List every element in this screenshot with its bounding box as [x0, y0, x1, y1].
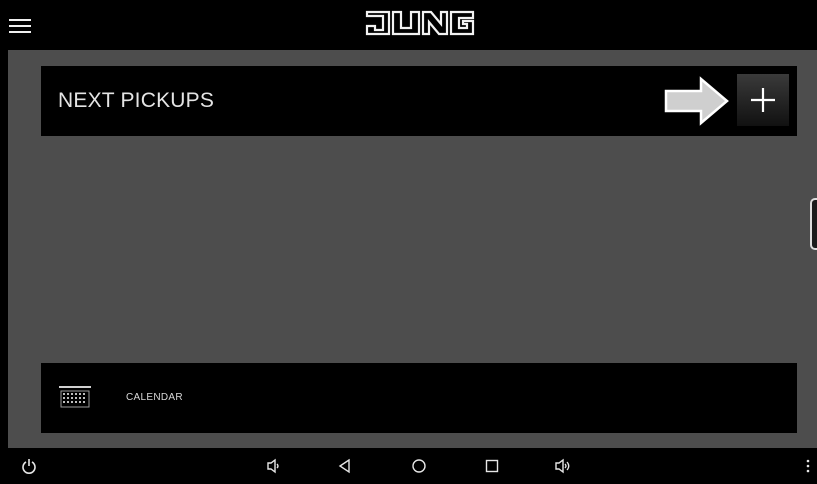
system-nav-bar	[0, 448, 817, 484]
arrow-right-icon	[664, 76, 729, 126]
recents-icon[interactable]	[484, 458, 500, 474]
add-pickup-button[interactable]	[737, 74, 789, 126]
top-bar	[0, 0, 817, 50]
side-drawer-handle[interactable]	[810, 198, 817, 250]
volume-up-icon[interactable]	[555, 458, 571, 474]
home-icon[interactable]	[411, 458, 427, 474]
next-pickups-panel: NEXT PICKUPS	[41, 66, 797, 136]
more-vertical-icon[interactable]	[801, 458, 815, 474]
brand-logo	[365, 10, 475, 36]
main-area: NEXT PICKUPS CALENDAR	[8, 50, 817, 448]
plus-icon	[751, 88, 775, 112]
hamburger-menu-icon[interactable]	[9, 19, 31, 33]
volume-down-icon[interactable]	[266, 458, 282, 474]
calendar-icon	[59, 386, 91, 408]
next-pickups-title: NEXT PICKUPS	[58, 89, 215, 112]
back-icon[interactable]	[337, 458, 353, 474]
calendar-label: CALENDAR	[126, 392, 183, 403]
power-icon[interactable]	[21, 458, 37, 474]
calendar-tile[interactable]: CALENDAR	[41, 363, 797, 433]
